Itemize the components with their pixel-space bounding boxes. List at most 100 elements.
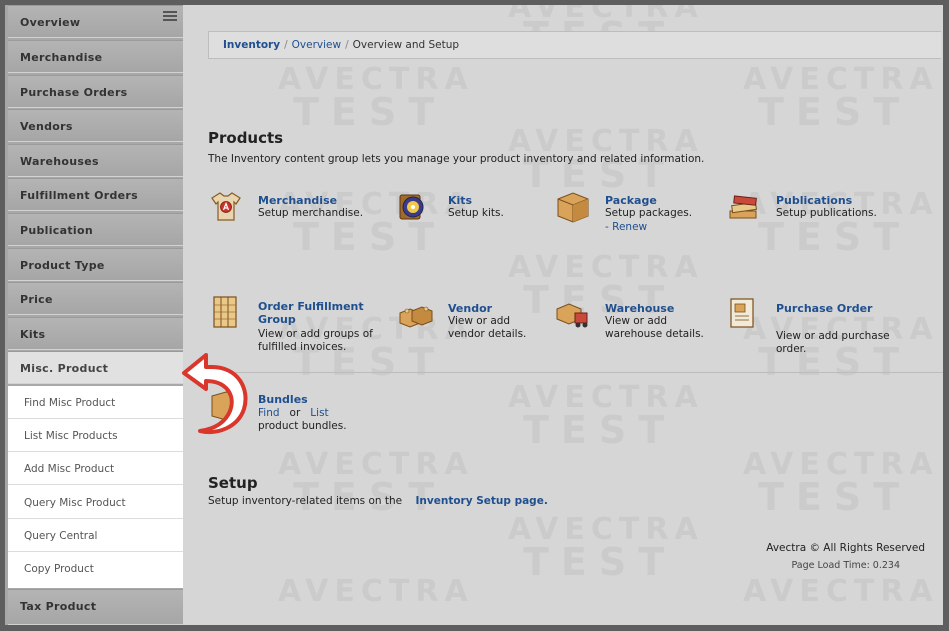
hamburger-icon[interactable] (163, 11, 177, 21)
purchase-order-link[interactable]: Purchase Order (776, 302, 906, 315)
bundles-link[interactable]: Bundles (258, 393, 308, 406)
breadcrumb-separator: / (284, 39, 288, 51)
watermark-text: TEST (293, 90, 447, 134)
section-divider (208, 372, 943, 373)
submenu-label: Add Misc Product (24, 463, 115, 475)
kits-link[interactable]: Kits (448, 194, 472, 207)
sidebar-item-label: Publication (20, 224, 93, 237)
vendor-crates-icon (399, 306, 433, 328)
kit-disc-icon (399, 194, 424, 220)
breadcrumb-current: Overview and Setup (352, 39, 460, 51)
sidebar-item-fulfillment-orders[interactable]: Fulfillment Orders (8, 178, 183, 211)
page-load-time: Page Load Time: 0.234 (791, 560, 901, 571)
bundles-or-text: or (289, 407, 301, 419)
products-heading: Products (208, 129, 284, 147)
bundles-find-link[interactable]: Find (258, 407, 280, 419)
watermark-text: AVECTRA (508, 512, 704, 547)
breadcrumb-inventory[interactable]: Inventory (223, 39, 280, 51)
merchandise-link[interactable]: Merchandise (258, 194, 337, 207)
setup-text: Setup inventory-related items on the (208, 495, 403, 507)
breadcrumb-overview[interactable]: Overview (292, 39, 341, 51)
purchase-order-desc: View or add purchase order. (776, 330, 890, 355)
warehouse-link[interactable]: Warehouse (605, 302, 674, 315)
publications-link[interactable]: Publications (776, 194, 852, 207)
sidebar-item-warehouses[interactable]: Warehouses (8, 144, 183, 177)
merchandise-desc: Setup merchandise. (258, 207, 364, 219)
package-renew-link[interactable]: - Renew (605, 221, 647, 234)
submenu-label: Query Misc Product (24, 497, 126, 509)
sidebar-item-label: Misc. Product (20, 362, 109, 375)
watermark-text: TEST (523, 408, 677, 452)
warehouse-desc: View or add warehouse details. (605, 315, 704, 340)
sidebar-item-product-type[interactable]: Product Type (8, 248, 183, 281)
vendor-desc: View or add vendor details. (448, 315, 527, 340)
watermark-text: TEST (523, 540, 677, 584)
products-intro: The Inventory content group lets you man… (208, 153, 705, 165)
bundles-list-link[interactable]: List (310, 407, 328, 419)
sidebar-item-price[interactable]: Price (8, 282, 183, 315)
sidebar-item-label: Warehouses (20, 155, 99, 168)
breadcrumb: Inventory / Overview / Overview and Setup (208, 31, 941, 59)
watermark-text: AVECTRA (508, 5, 704, 25)
sidebar-item-overview[interactable]: Overview (8, 5, 183, 38)
sidebar-item-label: Fulfillment Orders (20, 189, 138, 202)
sidebar-item-label: Vendors (20, 120, 73, 133)
sidebar-item-label: Kits (20, 328, 46, 341)
order-fulfillment-group-desc: View or add groups of fulfilled invoices… (258, 328, 373, 353)
submenu-label: List Misc Products (24, 430, 118, 442)
ledger-icon (213, 296, 237, 328)
order-doc-icon (730, 298, 754, 328)
watermark-text: TEST (758, 90, 912, 134)
submenu-list-misc-products[interactable]: List Misc Products (8, 419, 183, 452)
sidebar-item-label: Tax Product (20, 600, 97, 613)
submenu-find-misc-product[interactable]: Find Misc Product (8, 386, 183, 419)
breadcrumb-separator: / (345, 39, 349, 51)
submenu-copy-product[interactable]: Copy Product (8, 552, 183, 585)
sidebar-item-tax-product[interactable]: Tax Product (8, 589, 183, 625)
submenu-label: Query Central (24, 530, 98, 542)
misc-product-submenu: Find Misc Product List Misc Products Add… (8, 386, 183, 588)
watermark-text: AVECTRA (278, 447, 474, 482)
submenu-label: Copy Product (24, 563, 94, 575)
sidebar-item-publication[interactable]: Publication (8, 213, 183, 246)
setup-heading: Setup (208, 474, 258, 492)
box-icon (557, 192, 589, 223)
sidebar-item-label: Overview (20, 16, 81, 29)
vendor-link[interactable]: Vendor (448, 302, 492, 315)
submenu-query-misc-product[interactable]: Query Misc Product (8, 486, 183, 519)
publications-desc: Setup publications. (776, 207, 877, 219)
books-icon (729, 195, 758, 219)
sidebar-item-label: Merchandise (20, 51, 103, 64)
sidebar-item-vendors[interactable]: Vendors (8, 109, 183, 142)
sidebar-item-purchase-orders[interactable]: Purchase Orders (8, 75, 183, 108)
submenu-query-central[interactable]: Query Central (8, 519, 183, 552)
kits-desc: Setup kits. (448, 207, 504, 219)
watermark-text: AVECTRA (508, 380, 704, 415)
copyright: Avectra © All Rights Reserved (766, 542, 925, 554)
watermark-text: AVECTRA (743, 62, 939, 97)
sidebar-item-label: Product Type (20, 259, 105, 272)
watermark-text: TEST (758, 475, 912, 519)
package-link[interactable]: Package (605, 194, 657, 207)
curved-arrow-icon (182, 353, 248, 434)
sidebar-item-merchandise[interactable]: Merchandise (8, 40, 183, 73)
submenu-add-misc-product[interactable]: Add Misc Product (8, 452, 183, 485)
watermark-text: AVECTRA (743, 447, 939, 482)
main-content: AVECTRA TEST AVECTRA TEST AVECTRA TEST A… (183, 5, 943, 625)
watermark-text: TEST (758, 215, 912, 259)
sidebar-item-label: Price (20, 293, 53, 306)
watermark-text: AVECTRA (278, 574, 474, 609)
tshirt-icon (211, 192, 241, 221)
bundles-actions: Find or List (258, 407, 329, 420)
package-desc: Setup packages. (605, 207, 693, 219)
setup-text-row: Setup inventory-related items on the Inv… (208, 495, 548, 507)
submenu-label: Find Misc Product (24, 397, 116, 409)
inventory-setup-link[interactable]: Inventory Setup page. (416, 495, 548, 507)
sidebar-item-kits[interactable]: Kits (8, 317, 183, 350)
sidebar-item-misc-product[interactable]: Misc. Product (8, 351, 183, 384)
sidebar: Overview Merchandise Purchase Orders Ven… (5, 5, 183, 625)
sidebar-item-label: Purchase Orders (20, 86, 128, 99)
order-fulfillment-group-link[interactable]: Order Fulfillment Group (258, 300, 373, 326)
forklift-icon (556, 303, 588, 328)
watermark-text: AVECTRA (278, 62, 474, 97)
